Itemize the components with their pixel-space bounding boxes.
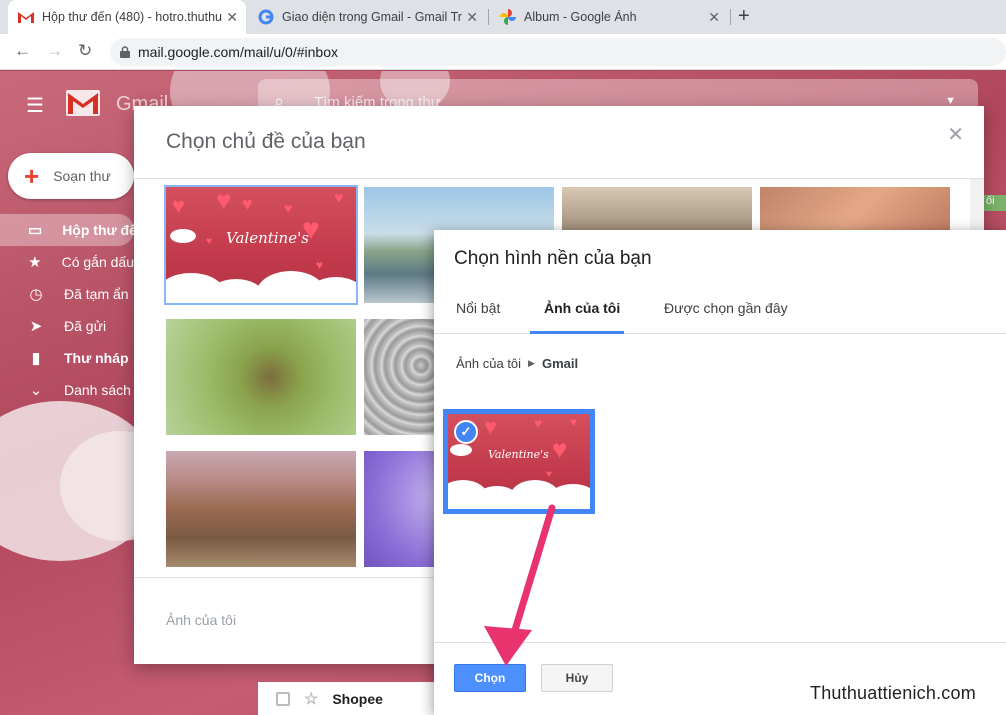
close-icon[interactable]: ✕ bbox=[708, 10, 720, 24]
sidebar-item-drafts[interactable]: ▮ Thư nháp bbox=[0, 342, 134, 374]
checkbox[interactable] bbox=[276, 691, 290, 706]
compose-label: Soạn thư bbox=[53, 168, 111, 184]
close-icon[interactable]: ✕ bbox=[226, 10, 238, 24]
tab-gmail-inbox[interactable]: Hộp thư đến (480) - hotro.thuthu ✕ bbox=[8, 0, 246, 34]
url-text: mail.google.com/mail/u/0/#inbox bbox=[138, 44, 338, 60]
watermark-text: Thuthuattienich.com bbox=[810, 683, 976, 703]
chevron-right-icon: ▶ bbox=[528, 358, 535, 368]
tab-divider bbox=[488, 9, 489, 25]
check-icon[interactable]: ✓ bbox=[454, 420, 478, 444]
valentine-text: Valentine's bbox=[488, 448, 549, 461]
send-icon: ➤ bbox=[29, 318, 43, 335]
dialog-title: Chọn chủ đề của bạn bbox=[166, 130, 366, 153]
google-icon bbox=[258, 9, 274, 25]
annotation-arrow-icon bbox=[484, 504, 556, 666]
theme-thumbnail-caterpillar[interactable] bbox=[166, 319, 356, 435]
dialog-title: Chọn hình nền của bạn bbox=[454, 248, 652, 269]
sidebar-item-label: Đã tạm ẩn bbox=[64, 286, 129, 302]
compose-button[interactable]: + Soạn thư bbox=[8, 153, 134, 199]
gmail-icon bbox=[18, 12, 34, 23]
tab-title: Hộp thư đến (480) - hotro.thuthu bbox=[42, 10, 223, 24]
lock-icon bbox=[120, 46, 130, 58]
theme-thumbnail-valentine[interactable]: ♥ ♥ ♥ ♥ ♥ ♥ ♥ ♥ Valentine's bbox=[164, 185, 358, 305]
breadcrumb-root[interactable]: Ảnh của tôi bbox=[456, 356, 521, 371]
theme-thumbnail-horseshoe-bend[interactable] bbox=[166, 451, 356, 567]
tab-recently-selected[interactable]: Được chọn gần đây bbox=[664, 300, 788, 316]
forward-icon[interactable]: → bbox=[46, 42, 63, 60]
photo-thumbnail-selected[interactable]: ♥ ♥ ♥ ♥ ♥ ♥ Valentine's ✓ bbox=[443, 409, 595, 514]
sidebar-item-sent[interactable]: ➤ Đã gửi bbox=[0, 310, 134, 342]
sidebar-item-label: Thư nháp bbox=[64, 350, 129, 366]
valentine-text: Valentine's bbox=[226, 229, 309, 247]
close-icon[interactable]: ✕ bbox=[466, 10, 478, 24]
label-badge: ối bbox=[984, 195, 1006, 211]
mail-row[interactable]: ☆ Shopee bbox=[258, 682, 458, 715]
sidebar-item-label: Hộp thư đến bbox=[62, 222, 146, 238]
sidebar-item-starred[interactable]: ★ Có gắn dấu bbox=[0, 246, 134, 278]
menu-icon[interactable]: ☰ bbox=[26, 93, 44, 118]
chevron-down-icon: ⌄ bbox=[29, 382, 43, 399]
tab-title: Album - Google Ảnh bbox=[524, 10, 637, 24]
breadcrumb: Ảnh của tôi ▶ Gmail bbox=[456, 356, 578, 371]
mail-sender: Shopee bbox=[332, 690, 383, 707]
tab-featured[interactable]: Nổi bật bbox=[456, 300, 500, 316]
close-icon[interactable]: ✕ bbox=[947, 122, 964, 147]
draft-icon: ▮ bbox=[31, 350, 41, 367]
tab-gmail-help[interactable]: Giao diện trong Gmail - Gmail Tr ✕ bbox=[248, 0, 486, 34]
tab-divider bbox=[730, 9, 731, 25]
active-tab-indicator bbox=[530, 331, 624, 334]
google-photos-icon bbox=[500, 9, 516, 25]
plus-icon: + bbox=[24, 161, 40, 191]
tab-title: Giao diện trong Gmail - Gmail Tr bbox=[282, 10, 462, 24]
sidebar-item-label: Đã gửi bbox=[64, 318, 107, 334]
my-photos-link[interactable]: Ảnh của tôi bbox=[166, 612, 236, 628]
sidebar-item-inbox[interactable]: ▭ Hộp thư đến bbox=[0, 214, 145, 246]
gmail-logo-icon bbox=[66, 90, 100, 116]
clock-icon: ◷ bbox=[29, 286, 43, 303]
sidebar-item-label: Danh sách bbox=[64, 382, 131, 398]
inbox-icon: ▭ bbox=[28, 222, 43, 239]
star-icon: ★ bbox=[28, 254, 42, 271]
valentine-image: ♥ ♥ ♥ ♥ ♥ ♥ ♥ ♥ Valentine's bbox=[166, 187, 356, 303]
picker-tabs: Nổi bật Ảnh của tôi Được chọn gần đây bbox=[434, 286, 1006, 334]
browser-tab-bar: Hộp thư đến (480) - hotro.thuthu ✕ Giao … bbox=[0, 0, 1006, 34]
breadcrumb-current: Gmail bbox=[541, 356, 579, 371]
reload-icon[interactable]: ↻ bbox=[78, 42, 92, 60]
back-icon[interactable]: ← bbox=[14, 42, 31, 60]
sidebar-item-label: Có gắn dấu bbox=[61, 254, 134, 270]
sidebar-item-more[interactable]: ⌄ Danh sách bbox=[0, 374, 134, 406]
sidebar-item-snoozed[interactable]: ◷ Đã tạm ẩn bbox=[0, 278, 134, 310]
address-bar: ← → ↻ mail.google.com/mail/u/0/#inbox bbox=[0, 34, 1006, 70]
star-icon[interactable]: ☆ bbox=[304, 689, 318, 709]
new-tab-icon[interactable]: + bbox=[738, 6, 750, 26]
tab-my-photos[interactable]: Ảnh của tôi bbox=[544, 300, 620, 316]
tab-google-photos[interactable]: Album - Google Ảnh ✕ bbox=[490, 0, 728, 34]
omnibox[interactable]: mail.google.com/mail/u/0/#inbox bbox=[110, 38, 1006, 66]
